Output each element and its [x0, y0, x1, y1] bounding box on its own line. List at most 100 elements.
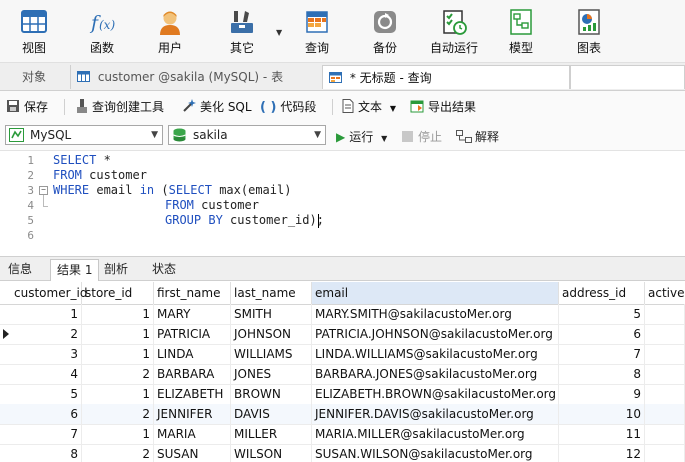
table-cell[interactable]: WILSON [231, 444, 312, 462]
toolbar-others-button[interactable]: 其它 [214, 4, 270, 56]
table-cell[interactable]: 10 [559, 404, 645, 424]
column-header[interactable]: email [312, 282, 559, 304]
table-cell[interactable]: LINDA.WILLIAMS@sakilacustoMer.org [312, 344, 559, 364]
toolbar-query-button[interactable]: 查询 [289, 4, 345, 56]
table-cell[interactable]: 11 [559, 424, 645, 444]
tab-untitled-query[interactable]: * 无标题 - 查询 [322, 65, 570, 89]
table-cell[interactable]: 12 [559, 444, 645, 462]
query-builder-button[interactable]: 查询创建工具 [76, 98, 164, 116]
stop-button[interactable]: 停止 [402, 128, 442, 145]
table-cell[interactable]: 5 [11, 384, 82, 404]
table-cell[interactable]: 7 [559, 344, 645, 364]
table-cell[interactable]: 6 [11, 404, 82, 424]
table-row[interactable]: 5 1 ELIZABETH BROWN ELIZABETH.BROWN@sakilacu… [0, 384, 685, 405]
table-cell[interactable] [645, 324, 685, 344]
table-row[interactable]: 2 1 PATRICIA JOHNSON PATRICIA.JOHNSON@sakila… [0, 324, 685, 345]
table-cell[interactable]: 8 [11, 444, 82, 462]
table-cell[interactable]: JOHNSON [231, 324, 312, 344]
table-cell[interactable] [645, 404, 685, 424]
connection-select[interactable]: MySQL ▼ [5, 125, 163, 145]
table-row[interactable]: 1 1 MARY SMITH MARY.SMITH@sakilacustoMer.org… [0, 304, 685, 325]
table-cell[interactable]: ELIZABETH [154, 384, 231, 404]
run-button[interactable]: ▶ 运行 ▼ [336, 128, 387, 145]
text-dropdown-icon[interactable]: ▼ [390, 104, 396, 113]
explain-button[interactable]: 解释 [456, 128, 499, 146]
table-cell[interactable]: 2 [82, 404, 154, 424]
text-button[interactable]: 文本 ▼ [342, 98, 396, 116]
table-cell[interactable]: MILLER [231, 424, 312, 444]
toolbar-model-button[interactable]: 模型 [493, 4, 549, 56]
table-cell[interactable]: 2 [82, 364, 154, 384]
table-row[interactable]: 7 1 MARIA MILLER MARIA.MILLER@sakilacustoMer… [0, 424, 685, 445]
tab-profile[interactable]: 剖析 [98, 259, 134, 280]
table-row[interactable]: 4 2 BARBARA JONES BARBARA.JONES@sakilacustoM… [0, 364, 685, 385]
table-cell[interactable]: 9 [559, 384, 645, 404]
table-cell[interactable]: 6 [559, 324, 645, 344]
table-row[interactable]: 8 2 SUSAN WILSON SUSAN.WILSON@sakilacustoMer… [0, 444, 685, 462]
toolbar-view-button[interactable]: 视图 [6, 4, 62, 56]
table-cell[interactable] [645, 424, 685, 444]
export-results-button[interactable]: 导出结果 [410, 98, 476, 116]
table-cell[interactable]: MARIA.MILLER@sakilacustoMer.org [312, 424, 559, 444]
table-cell[interactable]: 1 [82, 304, 154, 324]
table-cell[interactable]: MARY [154, 304, 231, 324]
beautify-sql-button[interactable]: 美化 SQL [182, 98, 252, 116]
table-cell[interactable]: PATRICIA.JOHNSON@sakilacustoMer.org [312, 324, 559, 344]
table-cell[interactable]: JENNIFER [154, 404, 231, 424]
others-dropdown-arrow-icon[interactable]: ▼ [276, 28, 282, 37]
table-cell[interactable] [645, 444, 685, 462]
table-cell[interactable]: BARBARA.JONES@sakilacustoMer.org [312, 364, 559, 384]
table-cell[interactable]: 2 [82, 444, 154, 462]
table-cell[interactable]: DAVIS [231, 404, 312, 424]
table-cell[interactable]: ELIZABETH.BROWN@sakilacustoMer.org [312, 384, 559, 404]
tab-info[interactable]: 信息 [2, 259, 38, 280]
column-header[interactable]: store_id [82, 282, 154, 304]
column-header[interactable]: customer_id [11, 282, 87, 304]
table-row[interactable]: 3 1 LINDA WILLIAMS LINDA.WILLIAMS@sakilacust… [0, 344, 685, 365]
tab-result-1[interactable]: 结果 1 [50, 259, 100, 281]
table-cell[interactable]: SUSAN.WILSON@sakilacustoMer.org [312, 444, 559, 462]
table-cell[interactable]: 1 [82, 384, 154, 404]
table-cell[interactable]: 1 [82, 344, 154, 364]
table-cell[interactable]: MARY.SMITH@sakilacustoMer.org [312, 304, 559, 324]
table-cell[interactable]: BROWN [231, 384, 312, 404]
table-cell[interactable]: BARBARA [154, 364, 231, 384]
toolbar-user-button[interactable]: 用户 [142, 4, 198, 56]
fold-toggle-icon[interactable]: − [39, 186, 48, 195]
table-cell[interactable]: 8 [559, 364, 645, 384]
toolbar-function-button[interactable]: f (x) 函数 [74, 4, 130, 56]
table-cell[interactable]: WILLIAMS [231, 344, 312, 364]
table-cell[interactable]: 3 [11, 344, 82, 364]
table-cell[interactable] [645, 364, 685, 384]
column-header[interactable]: first_name [154, 282, 231, 304]
table-cell[interactable]: 7 [11, 424, 82, 444]
table-cell[interactable]: 1 [82, 324, 154, 344]
snippet-button[interactable]: ( ) 代码段 [260, 98, 316, 115]
result-grid[interactable]: customer_id store_id first_name last_nam… [0, 282, 685, 462]
table-cell[interactable]: MARIA [154, 424, 231, 444]
table-cell[interactable]: LINDA [154, 344, 231, 364]
table-cell[interactable]: 4 [11, 364, 82, 384]
table-cell[interactable]: 1 [82, 424, 154, 444]
table-row[interactable]: 6 2 JENNIFER DAVIS JENNIFER.DAVIS@sakilacust… [0, 404, 685, 425]
table-cell[interactable] [645, 344, 685, 364]
toolbar-backup-button[interactable]: 备份 [357, 4, 413, 56]
save-button[interactable]: 保存 [6, 98, 48, 116]
tab-objects[interactable]: 对象 [0, 65, 70, 89]
toolbar-schedule-button[interactable]: 自动运行 [424, 4, 484, 56]
column-header[interactable]: address_id [559, 282, 645, 304]
tab-status[interactable]: 状态 [146, 259, 182, 280]
column-header[interactable]: last_name [231, 282, 312, 304]
table-cell[interactable]: PATRICIA [154, 324, 231, 344]
table-cell[interactable]: JENNIFER.DAVIS@sakilacustoMer.org [312, 404, 559, 424]
sql-editor[interactable]: 1 2 3 4 5 6 − SELECT * FROM customer WHE… [0, 151, 685, 254]
table-cell[interactable] [645, 384, 685, 404]
tab-customer-table[interactable]: customer @sakila (MySQL) - 表 [70, 65, 322, 89]
table-cell[interactable]: SMITH [231, 304, 312, 324]
column-header[interactable]: active [645, 282, 685, 304]
database-select[interactable]: sakila ▼ [168, 125, 326, 145]
run-dropdown-icon[interactable]: ▼ [381, 134, 387, 143]
table-cell[interactable]: 2 [11, 324, 82, 344]
toolbar-chart-button[interactable]: 图表 [561, 4, 617, 56]
table-cell[interactable]: 5 [559, 304, 645, 324]
